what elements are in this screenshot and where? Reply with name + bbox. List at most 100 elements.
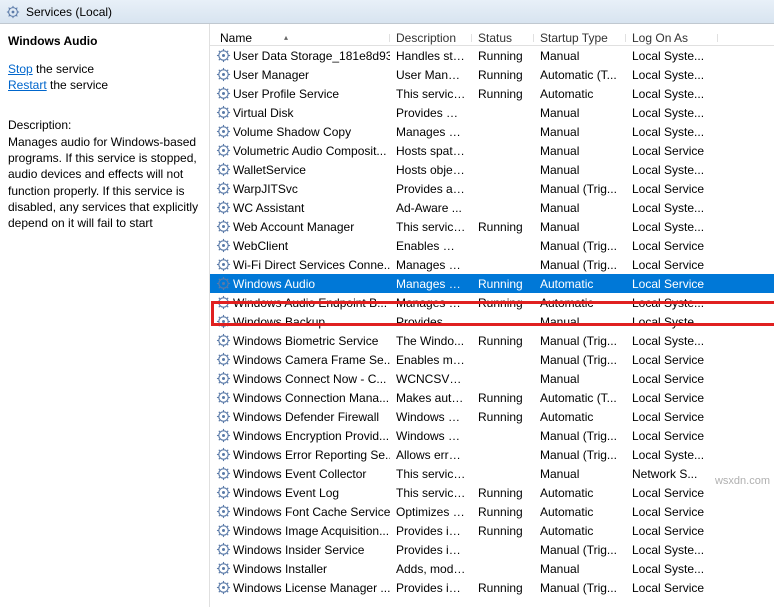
cell-name: Windows Audio [210,276,390,291]
cell-startup: Manual [534,49,626,63]
cell-logon: Local Syste... [626,334,718,348]
restart-suffix: the service [47,78,108,92]
cell-desc: Windows E... [390,429,472,443]
cell-startup: Manual [534,315,626,329]
cell-status: Running [472,220,534,234]
service-row[interactable]: Volume Shadow CopyManages an...ManualLoc… [210,122,774,141]
service-row[interactable]: WarpJITSvcProvides a JI...Manual (Trig..… [210,179,774,198]
gear-icon [216,67,231,82]
service-rows-container: User Data Storage_181e8d93Handles sto...… [210,46,774,597]
gear-icon [216,105,231,120]
col-name-header[interactable]: Name▴ [210,31,390,45]
service-row[interactable]: Virtual DiskProvides m...ManualLocal Sys… [210,103,774,122]
service-row[interactable]: User Data Storage_181e8d93Handles sto...… [210,46,774,65]
service-name-text: Windows Connection Mana... [233,391,389,405]
cell-name: Volumetric Audio Composit... [210,143,390,158]
service-row[interactable]: Windows Camera Frame Se...Enables mul...… [210,350,774,369]
cell-logon: Local Service [626,144,718,158]
service-row[interactable]: WC AssistantAd-Aware ...ManualLocal Syst… [210,198,774,217]
service-row[interactable]: Windows Connection Mana...Makes auto...R… [210,388,774,407]
service-row[interactable]: Windows Insider ServiceProvides inf...Ma… [210,540,774,559]
gear-icon [216,200,231,215]
cell-status: Running [472,296,534,310]
gear-icon [216,181,231,196]
service-row[interactable]: Windows Audio Endpoint B...Manages au...… [210,293,774,312]
description-heading: Description: [8,118,201,132]
cell-name: Windows License Manager ... [210,580,390,595]
cell-startup: Automatic [534,410,626,424]
gear-icon [216,162,231,177]
cell-name: WebClient [210,238,390,253]
service-row[interactable]: User Profile ServiceThis service ...Runn… [210,84,774,103]
cell-startup: Automatic [534,87,626,101]
col-desc-header[interactable]: Description [390,31,472,45]
service-name-text: Windows Backup [233,315,325,329]
services-icon [6,5,20,19]
service-row[interactable]: Windows Event CollectorThis service ...M… [210,464,774,483]
service-row[interactable]: Windows Error Reporting Se...Allows erro… [210,445,774,464]
cell-name: Windows Biometric Service [210,333,390,348]
cell-status: Running [472,68,534,82]
service-row[interactable]: Windows AudioManages au...RunningAutomat… [210,274,774,293]
cell-startup: Manual [534,106,626,120]
cell-desc: Provides a JI... [390,182,472,196]
cell-startup: Manual [534,125,626,139]
service-row[interactable]: Windows Connect Now - C...WCNCSVC ...Man… [210,369,774,388]
service-name-text: Windows Insider Service [233,543,364,557]
cell-startup: Manual (Trig... [534,581,626,595]
service-row[interactable]: Windows Encryption Provid...Windows E...… [210,426,774,445]
col-status-header[interactable]: Status [472,31,534,45]
service-row[interactable]: Windows License Manager ...Provides inf.… [210,578,774,597]
service-row[interactable]: WebClientEnables Win...Manual (Trig...Lo… [210,236,774,255]
service-name-text: User Data Storage_181e8d93 [233,49,390,63]
service-row[interactable]: User ManagerUser Manag...RunningAutomati… [210,65,774,84]
service-name-text: Windows Defender Firewall [233,410,379,424]
restart-link[interactable]: Restart [8,78,47,92]
service-row[interactable]: Windows BackupProvides Wi...ManualLocal … [210,312,774,331]
cell-logon: Local Syste... [626,220,718,234]
cell-name: Windows Insider Service [210,542,390,557]
service-name-text: Windows Connect Now - C... [233,372,386,386]
titlebar: Services (Local) [0,0,774,24]
service-name-text: Windows Event Collector [233,467,366,481]
cell-name: Windows Backup [210,314,390,329]
service-row[interactable]: Windows Font Cache ServiceOptimizes p...… [210,502,774,521]
cell-name: User Data Storage_181e8d93 [210,48,390,63]
cell-name: Windows Camera Frame Se... [210,352,390,367]
service-row[interactable]: Windows Biometric ServiceThe Windo...Run… [210,331,774,350]
service-row[interactable]: Windows InstallerAdds, modi...ManualLoca… [210,559,774,578]
cell-name: Windows Connect Now - C... [210,371,390,386]
cell-startup: Automatic [534,296,626,310]
cell-desc: User Manag... [390,68,472,82]
service-row[interactable]: Volumetric Audio Composit...Hosts spatia… [210,141,774,160]
cell-startup: Manual (Trig... [534,353,626,367]
cell-startup: Manual (Trig... [534,334,626,348]
service-row[interactable]: Web Account ManagerThis service ...Runni… [210,217,774,236]
stop-link[interactable]: Stop [8,62,33,76]
cell-desc: Handles sto... [390,49,472,63]
service-name-text: User Manager [233,68,309,82]
cell-startup: Automatic (T... [534,391,626,405]
service-name-text: Windows Audio [233,277,315,291]
gear-icon [216,86,231,101]
service-row[interactable]: WalletServiceHosts objec...ManualLocal S… [210,160,774,179]
cell-logon: Local Syste... [626,125,718,139]
cell-logon: Network S... [626,467,718,481]
gear-icon [216,428,231,443]
cell-startup: Manual [534,144,626,158]
service-row[interactable]: Windows Defender FirewallWindows D...Run… [210,407,774,426]
col-logon-header[interactable]: Log On As [626,31,718,45]
cell-startup: Automatic [534,524,626,538]
gear-icon [216,124,231,139]
gear-icon [216,371,231,386]
service-row[interactable]: Windows Image Acquisition...Provides im.… [210,521,774,540]
service-row[interactable]: Windows Event LogThis service ...Running… [210,483,774,502]
cell-name: Windows Font Cache Service [210,504,390,519]
service-name-text: Web Account Manager [233,220,354,234]
service-row[interactable]: Wi-Fi Direct Services Conne...Manages co… [210,255,774,274]
cell-startup: Manual (Trig... [534,258,626,272]
service-name-text: WarpJITSvc [233,182,298,196]
col-startup-header[interactable]: Startup Type [534,31,626,45]
service-name-text: Wi-Fi Direct Services Conne... [233,258,390,272]
cell-desc: Manages au... [390,277,472,291]
